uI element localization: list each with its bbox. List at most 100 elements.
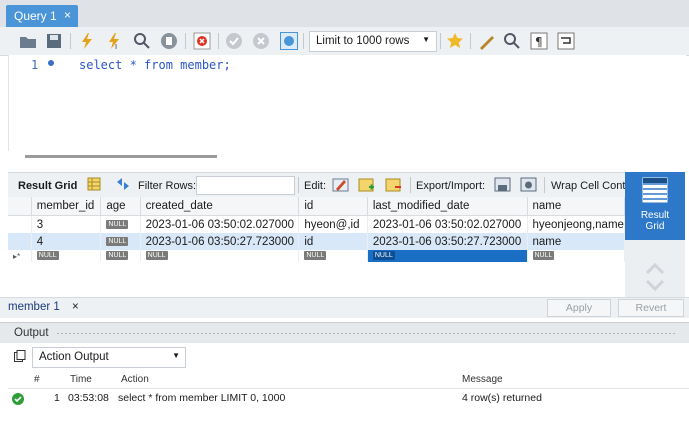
table-cell[interactable]: NULL bbox=[140, 250, 300, 262]
chevron-down-icon: ▼ bbox=[172, 351, 180, 360]
null-badge: NULL bbox=[106, 251, 129, 260]
bookmark-icon[interactable] bbox=[446, 32, 464, 50]
result-table: member_id age created_date id last_modif… bbox=[8, 197, 625, 262]
output-row[interactable]: 1 03:53:08 select * from member LIMIT 0,… bbox=[8, 389, 689, 407]
table-cell[interactable]: hyeon@,id bbox=[298, 215, 368, 233]
output-title: Output bbox=[14, 327, 49, 339]
result-grid-button[interactable]: Result Grid bbox=[625, 172, 685, 240]
import-icon[interactable] bbox=[520, 176, 537, 193]
new-row-marker[interactable]: ▸* bbox=[8, 250, 32, 262]
autocommit-icon[interactable] bbox=[280, 32, 298, 50]
refresh-icon[interactable] bbox=[115, 177, 131, 191]
table-cell[interactable]: 4 bbox=[31, 233, 102, 250]
null-badge: NULL bbox=[106, 219, 129, 229]
rollback-icon[interactable] bbox=[252, 32, 270, 50]
editor-toolbar: I Limit to 1000 rows ▼ ¶ bbox=[0, 27, 689, 56]
delete-row-icon[interactable] bbox=[385, 176, 402, 193]
table-cell[interactable]: 2023-01-06 03:50:27.723000 bbox=[367, 233, 528, 250]
panel-grip[interactable] bbox=[56, 332, 676, 335]
sql-editor[interactable]: 1 select * from member; bbox=[8, 55, 686, 151]
tab-query-1[interactable]: Query 1 × bbox=[6, 5, 78, 27]
tab-member-1[interactable]: member 1 bbox=[8, 301, 60, 313]
execute-icon[interactable] bbox=[78, 32, 96, 50]
editor-scrollbar[interactable] bbox=[25, 155, 217, 158]
null-badge: NULL bbox=[36, 251, 59, 260]
result-grid[interactable]: member_id age created_date id last_modif… bbox=[8, 197, 625, 267]
output-action: select * from member LIMIT 0, 1000 bbox=[118, 392, 286, 404]
column-header[interactable]: id bbox=[298, 197, 368, 216]
result-grid-button-label: Result bbox=[640, 210, 670, 221]
row-marker[interactable] bbox=[8, 215, 32, 233]
output-num: 1 bbox=[54, 392, 60, 404]
table-cell[interactable]: name bbox=[527, 233, 625, 250]
execute-current-icon[interactable]: I bbox=[105, 32, 123, 50]
table-cell[interactable]: id bbox=[298, 233, 368, 250]
open-folder-icon[interactable] bbox=[19, 32, 37, 50]
table-cell[interactable]: NULL bbox=[298, 250, 368, 262]
null-badge: NULL bbox=[145, 251, 168, 260]
table-cell[interactable]: 2023-01-06 03:50:02.027000 bbox=[367, 215, 528, 233]
output-select-label: Action Output bbox=[39, 351, 109, 363]
add-row-icon[interactable] bbox=[358, 176, 375, 193]
column-header[interactable]: created_date bbox=[140, 197, 300, 216]
editor-gutter: 1 bbox=[9, 55, 63, 151]
column-header: Time bbox=[70, 374, 92, 385]
chevron-down-icon: ▼ bbox=[422, 35, 430, 44]
edit-label: Edit: bbox=[304, 180, 327, 192]
row-marker-header bbox=[8, 197, 32, 216]
output-type-select[interactable]: Action Output ▼ bbox=[32, 347, 186, 368]
invisible-chars-icon[interactable]: ¶ bbox=[530, 32, 548, 50]
toggle-error-icon[interactable] bbox=[193, 32, 211, 50]
output-table-header: # Time Action Message bbox=[8, 370, 689, 389]
limit-select-label: Limit to 1000 rows bbox=[316, 35, 410, 47]
limit-rows-select[interactable]: Limit to 1000 rows ▼ bbox=[309, 31, 437, 52]
table-cell[interactable]: 2023-01-06 03:50:02.027000 bbox=[140, 215, 300, 233]
null-badge: NULL bbox=[304, 251, 327, 260]
new-row[interactable]: ▸* NULL NULL NULL NULL NULL NULL bbox=[8, 250, 625, 262]
explain-icon[interactable] bbox=[133, 32, 151, 50]
export-icon[interactable] bbox=[494, 176, 511, 193]
scroll-panel-chevrons-icon[interactable] bbox=[644, 262, 666, 292]
edit-cell-icon[interactable] bbox=[332, 176, 349, 193]
table-cell[interactable]: 2023-01-06 03:50:27.723000 bbox=[140, 233, 300, 250]
result-grid-button-label: Grid bbox=[645, 221, 665, 232]
result-toolbar: Result Grid Filter Rows: Edit: Export/Im… bbox=[8, 172, 632, 199]
column-header[interactable]: last_modified_date bbox=[367, 197, 528, 216]
table-cell[interactable]: hyeonjeong,name bbox=[527, 215, 625, 233]
wrap-icon[interactable] bbox=[557, 32, 575, 50]
beautify-icon[interactable] bbox=[478, 32, 496, 50]
table-cell[interactable]: NULL bbox=[527, 250, 625, 262]
find-icon[interactable] bbox=[503, 32, 521, 50]
stop-icon[interactable] bbox=[160, 32, 178, 50]
table-cell-selected[interactable]: NULL bbox=[367, 250, 528, 262]
result-side-panel: Result Grid bbox=[625, 172, 685, 297]
export-import-label: Export/Import: bbox=[416, 180, 486, 192]
statement-marker-icon bbox=[48, 60, 54, 66]
column-header: Action bbox=[121, 374, 149, 385]
table-cell[interactable]: NULL bbox=[100, 250, 141, 262]
grid-layout-icon[interactable] bbox=[87, 177, 101, 191]
row-marker[interactable] bbox=[8, 233, 32, 250]
null-badge: NULL bbox=[106, 236, 129, 246]
column-header[interactable]: member_id bbox=[31, 197, 102, 216]
result-tabs-bar: member 1 × Apply Revert bbox=[0, 297, 689, 318]
tab-close-icon[interactable]: × bbox=[72, 301, 79, 313]
table-row[interactable]: 4 NULL 2023-01-06 03:50:27.723000 id 202… bbox=[8, 233, 625, 250]
tab-close-icon[interactable]: × bbox=[64, 8, 71, 22]
commit-icon[interactable] bbox=[225, 32, 243, 50]
filter-rows-input[interactable] bbox=[196, 176, 295, 195]
sql-text[interactable]: select * from member; bbox=[79, 58, 231, 72]
apply-button[interactable]: Apply bbox=[547, 299, 611, 317]
save-icon[interactable] bbox=[45, 32, 63, 50]
column-header[interactable]: name bbox=[527, 197, 625, 216]
column-header[interactable]: age bbox=[100, 197, 141, 216]
table-cell[interactable]: 3 bbox=[31, 215, 102, 233]
table-cell[interactable]: NULL bbox=[100, 215, 141, 233]
output-time: 03:53:08 bbox=[68, 392, 109, 404]
revert-button[interactable]: Revert bbox=[618, 299, 684, 317]
table-cell[interactable]: NULL bbox=[31, 250, 102, 262]
table-cell[interactable]: NULL bbox=[100, 233, 141, 250]
copy-icon[interactable] bbox=[14, 350, 26, 362]
svg-text:¶: ¶ bbox=[535, 35, 543, 49]
table-row[interactable]: 3 NULL 2023-01-06 03:50:02.027000 hyeon@… bbox=[8, 215, 625, 233]
